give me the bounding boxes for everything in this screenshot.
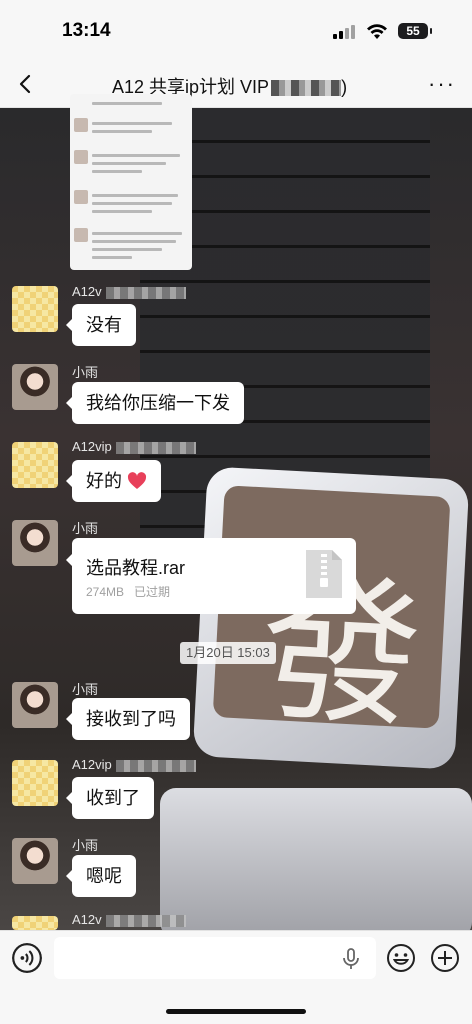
screenshot-image[interactable] xyxy=(70,94,192,270)
zip-file-icon xyxy=(306,550,342,598)
file-status: 已过期 xyxy=(134,585,171,599)
status-bar: 13:14 55 xyxy=(0,0,472,60)
time-divider: 1月20日 15:03 xyxy=(180,642,276,664)
message-bubble[interactable]: 接收到了吗 xyxy=(66,698,190,740)
file-meta: 274MB 已过期 xyxy=(86,583,170,600)
back-icon[interactable] xyxy=(14,72,38,96)
status-time: 13:14 xyxy=(62,20,111,41)
battery-icon: 55 xyxy=(398,23,432,39)
message-bubble[interactable]: 好的 xyxy=(65,460,162,502)
microphone-icon[interactable] xyxy=(340,947,362,971)
message-bubble[interactable]: 我给你压缩一下发 xyxy=(66,382,244,424)
message-input[interactable] xyxy=(54,937,376,979)
avatar[interactable] xyxy=(12,442,58,488)
pedestal xyxy=(160,788,472,930)
wifi-icon xyxy=(367,24,387,39)
message-bubble[interactable]: 没有 xyxy=(66,304,136,346)
sender-name: 小雨 xyxy=(72,521,99,536)
avatar[interactable] xyxy=(12,916,58,930)
emoji-icon[interactable] xyxy=(386,943,416,973)
avatar[interactable] xyxy=(12,682,58,728)
redacted-text xyxy=(271,80,342,97)
avatar[interactable] xyxy=(12,520,58,566)
avatar[interactable] xyxy=(12,286,58,332)
message-bubble[interactable]: 收到了 xyxy=(66,777,154,819)
file-name: 选品教程.rar xyxy=(86,558,185,578)
sender-name: A12vip xyxy=(72,757,196,772)
avatar[interactable] xyxy=(12,838,58,884)
avatar[interactable] xyxy=(12,760,58,806)
sender-name: 小雨 xyxy=(72,365,99,380)
sender-name: 小雨 xyxy=(72,682,99,697)
file-message[interactable]: 选品教程.rar 274MB 已过期 xyxy=(66,538,356,614)
sender-name: A12v xyxy=(72,912,186,927)
sender-name: 小雨 xyxy=(72,838,99,853)
heart-emoji-icon xyxy=(127,472,147,489)
sender-name: A12vip xyxy=(72,439,196,454)
voice-toggle-icon[interactable] xyxy=(12,943,42,973)
file-size: 274MB xyxy=(86,585,125,599)
message-bubble[interactable]: 嗯呢 xyxy=(66,855,136,897)
home-indicator xyxy=(166,1009,306,1014)
sender-name: A12v xyxy=(72,284,186,299)
avatar[interactable] xyxy=(12,364,58,410)
signal-icon xyxy=(333,25,357,39)
more-icon[interactable]: ··· xyxy=(428,73,456,95)
plus-icon[interactable] xyxy=(430,943,460,973)
input-bar xyxy=(0,930,472,1024)
